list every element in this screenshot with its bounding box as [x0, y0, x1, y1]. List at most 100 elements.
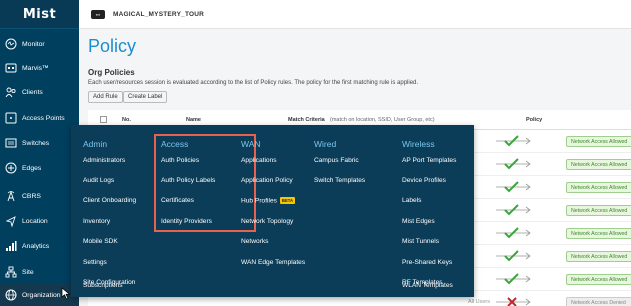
allow-arrow-icon — [496, 204, 531, 216]
sidebar-item-site[interactable]: Site — [0, 260, 79, 284]
mouse-cursor-icon — [61, 287, 71, 300]
menu-item-ap-port-templates[interactable]: AP Port Templates — [402, 157, 456, 164]
menu-item-auth-policies[interactable]: Auth Policies — [161, 157, 199, 164]
sidebar-item-monitor[interactable]: Monitor — [0, 32, 79, 56]
menu-heading-wireless: Wireless — [402, 139, 435, 149]
menu-item-client-onboarding[interactable]: Client Onboarding — [83, 197, 136, 204]
sidebar-item-label: Edges — [22, 164, 42, 172]
menu-heading-access: Access — [161, 139, 189, 149]
menu-item-mist-tunnels[interactable]: Mist Tunnels — [402, 238, 439, 245]
add-rule-button[interactable]: Add Rule — [88, 91, 123, 103]
sidebar-item-label: Monitor — [22, 40, 45, 48]
organization-icon — [4, 288, 18, 302]
menu-item-subscriptions[interactable]: Subscriptions — [83, 282, 123, 289]
access-allowed-badge[interactable]: Network Access Allowed — [566, 182, 631, 193]
menu-item-campus-fabric[interactable]: Campus Fabric — [314, 157, 359, 164]
sidebar-item-label: Marvis™ — [22, 64, 49, 72]
create-label-button[interactable]: Create Label — [123, 91, 168, 103]
access-allowed-badge[interactable]: Network Access Allowed — [566, 136, 631, 147]
menu-item-wlan-templates[interactable]: WLAN Templates — [402, 282, 453, 289]
menu-item-switch-templates[interactable]: Switch Templates — [314, 177, 365, 184]
menu-item-mist-edges[interactable]: Mist Edges — [402, 218, 435, 225]
sidebar-item-switches[interactable]: Switches — [0, 131, 79, 155]
sidebar-item-label: Analytics — [22, 242, 50, 250]
allow-arrow-icon — [496, 181, 531, 193]
access-allowed-badge[interactable]: Network Access Allowed — [566, 228, 631, 239]
menu-item-administrators[interactable]: Administrators — [83, 157, 125, 164]
allow-arrow-icon — [496, 135, 531, 147]
menu-item-labels[interactable]: Labels — [402, 197, 421, 204]
menu-item-mobile-sdk[interactable]: Mobile SDK — [83, 238, 118, 245]
menu-item-device-profiles[interactable]: Device Profiles — [402, 177, 446, 184]
select-all-checkbox[interactable] — [100, 116, 107, 123]
allow-arrow-icon — [496, 158, 531, 170]
sidebar-item-label: Site — [22, 268, 34, 276]
sidebar-item-edges[interactable]: Edges — [0, 156, 79, 180]
header-name[interactable]: Name — [186, 117, 201, 123]
site-icon — [4, 265, 18, 279]
location-icon — [4, 214, 18, 228]
menu-item-certificates[interactable]: Certificates — [161, 197, 194, 204]
match-criteria-text: All Users — [468, 299, 491, 305]
access-allowed-badge[interactable]: Network Access Allowed — [566, 274, 631, 285]
sidebar-item-analytics[interactable]: Analytics — [0, 234, 79, 258]
organization-menu: Admin Administrators Audit Logs Client O… — [71, 125, 474, 297]
menu-heading-admin: Admin — [83, 139, 108, 149]
section-title: Org Policies — [88, 68, 135, 77]
header-match[interactable]: Match Criteria — [288, 117, 325, 123]
menu-item-auth-policy-labels[interactable]: Auth Policy Labels — [161, 177, 215, 184]
allow-arrow-icon — [496, 250, 531, 262]
section-description: Each user/resources session is evaluated… — [88, 80, 419, 86]
sidebar-item-label: Location — [22, 217, 48, 225]
mist-logo[interactable]: Mist — [0, 0, 79, 29]
clients-icon — [4, 85, 18, 99]
org-name[interactable]: MAGICAL_MYSTERY_TOUR — [113, 11, 204, 18]
deny-arrow-icon — [496, 297, 531, 306]
access-allowed-badge[interactable]: Network Access Allowed — [566, 159, 631, 170]
hub-profiles-label: Hub Profiles — [241, 197, 277, 205]
edges-icon — [4, 161, 18, 175]
top-bar: ▪▪▪ MAGICAL_MYSTERY_TOUR — [79, 0, 631, 29]
sidebar-item-clients[interactable]: Clients — [0, 80, 79, 104]
menu-item-network-topology[interactable]: Network Topology — [241, 218, 293, 225]
menu-item-networks[interactable]: Networks — [241, 238, 268, 245]
sidebar-item-label: Clients — [22, 88, 43, 96]
access-allowed-badge[interactable]: Network Access Allowed — [566, 251, 631, 262]
menu-item-pre-shared-keys[interactable]: Pre-Shared Keys — [402, 259, 452, 266]
header-no[interactable]: No. — [122, 117, 131, 123]
beta-badge: BETA — [279, 197, 296, 204]
access-denied-badge[interactable]: Network Access Denied — [566, 297, 631, 306]
sidebar-item-location[interactable]: Location — [0, 209, 79, 233]
page-title: Policy — [88, 36, 137, 56]
menu-item-hub-profiles[interactable]: Hub Profiles BETA — [241, 197, 296, 205]
allow-arrow-icon — [496, 227, 531, 239]
menu-item-application-policy[interactable]: Application Policy — [241, 177, 293, 184]
sidebar-item-label: Access Points — [22, 114, 65, 122]
sidebar-item-access-points[interactable]: Access Points — [0, 106, 79, 130]
access-allowed-badge[interactable]: Network Access Allowed — [566, 205, 631, 216]
sidebar-item-label: Switches — [22, 139, 50, 147]
sidebar-item-label: CBRS — [22, 192, 41, 200]
sidebar-item-label: Organization — [22, 291, 61, 299]
header-match-sub: (match on location, SSID, User Group, et… — [330, 117, 435, 123]
menu-heading-wan: WAN — [241, 139, 261, 149]
sidebar-item-marvis[interactable]: Marvis™ — [0, 56, 79, 80]
monitor-icon — [4, 37, 18, 51]
menu-item-settings[interactable]: Settings — [83, 259, 107, 266]
menu-item-wan-edge-templates[interactable]: WAN Edge Templates — [241, 259, 305, 266]
access-point-icon — [4, 111, 18, 125]
menu-heading-wired: Wired — [314, 139, 337, 149]
menu-item-applications[interactable]: Applications — [241, 157, 277, 164]
menu-item-audit-logs[interactable]: Audit Logs — [83, 177, 114, 184]
header-policy[interactable]: Policy — [526, 117, 542, 123]
logo-text: Mist — [22, 6, 57, 22]
cbrs-icon — [4, 189, 18, 203]
analytics-icon — [4, 239, 18, 253]
menu-item-identity-providers[interactable]: Identity Providers — [161, 218, 212, 225]
sidebar-item-cbrs[interactable]: CBRS — [0, 184, 79, 208]
marvis-icon — [4, 61, 18, 75]
menu-item-inventory[interactable]: Inventory — [83, 218, 110, 225]
sidebar: Mist Monitor Marvis™ Clients Access Poin… — [0, 0, 79, 306]
switch-icon — [4, 136, 18, 150]
org-icon: ▪▪▪ — [91, 9, 105, 19]
